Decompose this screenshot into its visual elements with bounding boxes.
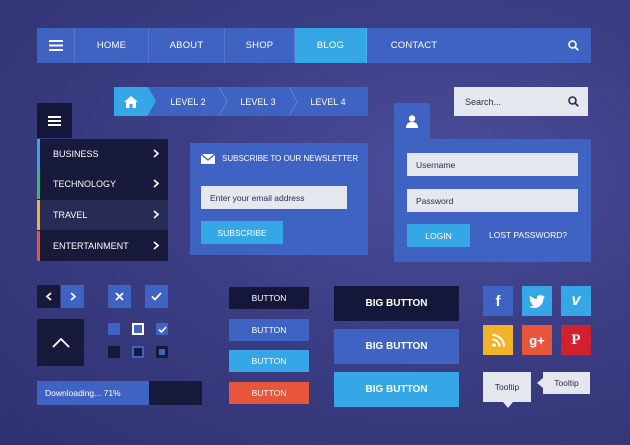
- menu-accent-bar: [37, 139, 40, 169]
- checkbox-checked[interactable]: [156, 323, 168, 335]
- tooltip-label: Tooltip: [554, 378, 579, 388]
- breadcrumb: LEVEL 2 LEVEL 3 LEVEL 4: [114, 87, 368, 116]
- google-plus-button[interactable]: g+: [522, 325, 552, 355]
- side-menu-item-travel[interactable]: TRAVEL: [37, 200, 168, 230]
- side-menu-item-entertainment[interactable]: ENTERTAINMENT: [37, 231, 168, 261]
- breadcrumb-separator: [218, 87, 228, 116]
- facebook-button[interactable]: f: [483, 286, 513, 316]
- vimeo-button[interactable]: v: [561, 286, 591, 316]
- newsletter-panel: SUBSCRIBE TO OUR NEWSLETTER Enter your e…: [190, 143, 368, 255]
- menu-item-label: BUSINESS: [53, 149, 99, 159]
- google-plus-icon: g+: [529, 332, 545, 348]
- scroll-up-button[interactable]: [37, 319, 84, 366]
- nav-search-button[interactable]: [555, 28, 591, 63]
- search-input[interactable]: Search...: [454, 87, 588, 116]
- checkbox-unchecked[interactable]: [132, 323, 144, 335]
- chevron-left-icon: [45, 292, 52, 301]
- check-icon: [151, 292, 162, 301]
- breadcrumb-home[interactable]: [114, 87, 156, 116]
- button-dark[interactable]: BUTTON: [229, 287, 309, 309]
- big-button-dark[interactable]: BIG BUTTON: [334, 286, 459, 321]
- subscribe-button[interactable]: SUBSCRIBE: [201, 221, 283, 244]
- close-icon: [115, 292, 124, 301]
- breadcrumb-level-2[interactable]: LEVEL 2: [158, 87, 218, 116]
- chevron-right-icon: [153, 241, 159, 250]
- checkbox-dot: [159, 349, 165, 355]
- side-menu-toggle[interactable]: [37, 103, 72, 138]
- side-menu-item-business[interactable]: BUSINESS: [37, 139, 168, 169]
- envelope-icon: [201, 154, 215, 164]
- facebook-icon: f: [495, 292, 501, 310]
- button-light-blue[interactable]: BUTTON: [229, 350, 309, 372]
- rss-button[interactable]: [483, 325, 513, 355]
- pinterest-icon: P: [571, 331, 581, 348]
- login-user-tab: [394, 103, 430, 139]
- chevron-up-icon: [51, 337, 70, 348]
- menu-item-label: TECHNOLOGY: [53, 179, 117, 189]
- top-navigation-bar: HOME ABOUT SHOP BLOG CONTACT: [37, 28, 591, 63]
- login-button[interactable]: LOGIN: [407, 224, 470, 247]
- button-blue[interactable]: BUTTON: [229, 319, 309, 341]
- tooltip-left: Tooltip: [543, 372, 590, 394]
- pinterest-button[interactable]: P: [561, 325, 591, 355]
- breadcrumb-level-3[interactable]: LEVEL 3: [228, 87, 288, 116]
- home-icon: [124, 95, 138, 108]
- password-field[interactable]: Password: [407, 189, 578, 212]
- menu-accent-bar: [37, 200, 40, 230]
- search-icon[interactable]: [568, 96, 579, 107]
- side-menu: BUSINESS TECHNOLOGY TRAVEL ENTERTAINMENT: [37, 139, 168, 261]
- menu-toggle-button[interactable]: [37, 28, 75, 63]
- nav-item-shop[interactable]: SHOP: [225, 28, 295, 63]
- chevron-right-icon: [153, 210, 159, 219]
- username-field[interactable]: Username: [407, 153, 578, 176]
- download-progress-bar: Downloading... 71%: [37, 381, 202, 405]
- tooltip-arrow: [537, 378, 543, 388]
- nav-item-contact[interactable]: CONTACT: [367, 28, 461, 63]
- chevron-right-icon: [153, 149, 159, 158]
- breadcrumb-separator: [288, 87, 298, 116]
- big-button-light-blue[interactable]: BIG BUTTON: [334, 372, 459, 407]
- close-button[interactable]: [108, 285, 131, 308]
- login-panel: Username Password LOGIN LOST PASSWORD?: [394, 139, 591, 262]
- checkbox-dark-filled[interactable]: [108, 346, 120, 358]
- vimeo-icon: v: [571, 292, 581, 309]
- chevron-right-icon: [153, 179, 159, 188]
- button-red[interactable]: BUTTON: [229, 382, 309, 404]
- nav-item-about[interactable]: ABOUT: [149, 28, 225, 63]
- twitter-button[interactable]: [522, 286, 552, 316]
- confirm-button[interactable]: [145, 285, 168, 308]
- email-field[interactable]: Enter your email address: [201, 186, 347, 209]
- rss-icon: [491, 333, 505, 347]
- prev-button[interactable]: [37, 285, 60, 308]
- checkbox-filled[interactable]: [108, 323, 120, 335]
- twitter-icon: [529, 294, 545, 308]
- menu-accent-bar: [37, 231, 40, 261]
- tooltip-bottom: Tooltip: [483, 372, 531, 402]
- nav-item-home[interactable]: HOME: [75, 28, 149, 63]
- next-button[interactable]: [61, 285, 84, 308]
- menu-accent-bar: [37, 169, 40, 199]
- checkbox-dark-checked[interactable]: [156, 346, 168, 358]
- tooltip-label: Tooltip: [494, 382, 520, 392]
- chevron-right-icon: [69, 292, 76, 301]
- user-icon: [406, 114, 418, 128]
- hamburger-icon: [48, 40, 63, 51]
- menu-item-label: ENTERTAINMENT: [53, 241, 129, 251]
- search-icon: [567, 40, 579, 51]
- checkbox-dark-unchecked[interactable]: [132, 346, 144, 358]
- lost-password-link[interactable]: LOST PASSWORD?: [489, 230, 567, 240]
- progress-label: Downloading... 71%: [45, 388, 121, 398]
- menu-item-label: TRAVEL: [53, 210, 88, 220]
- breadcrumb-level-4[interactable]: LEVEL 4: [298, 87, 358, 116]
- big-button-blue[interactable]: BIG BUTTON: [334, 329, 459, 364]
- hamburger-icon: [48, 115, 61, 126]
- side-menu-item-technology[interactable]: TECHNOLOGY: [37, 169, 168, 199]
- tooltip-arrow: [503, 402, 513, 408]
- nav-item-blog[interactable]: BLOG: [295, 28, 367, 63]
- search-placeholder: Search...: [465, 97, 502, 107]
- newsletter-title: SUBSCRIBE TO OUR NEWSLETTER: [222, 154, 359, 163]
- check-icon: [157, 325, 167, 333]
